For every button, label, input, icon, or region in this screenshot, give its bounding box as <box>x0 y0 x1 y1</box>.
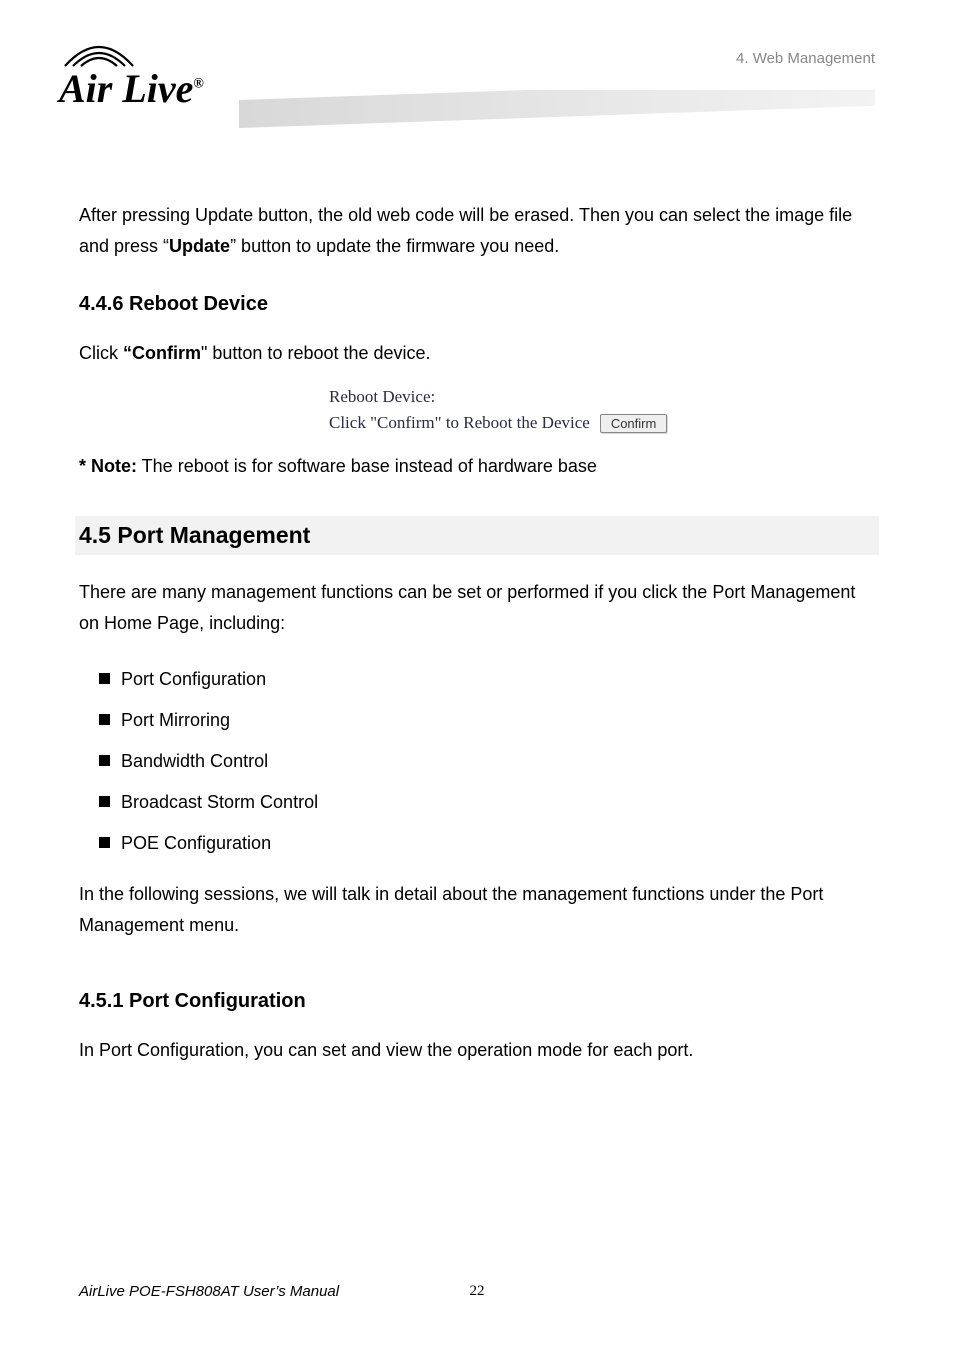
list-item: Port Mirroring <box>99 707 875 734</box>
reboot-widget-row: Click "Confirm" to Reboot the Device Conf… <box>329 413 875 434</box>
section-45-outro: In the following sessions, we will talk … <box>79 879 875 940</box>
reboot-widget-title: Reboot Device: <box>329 387 875 407</box>
reboot-device-widget: Reboot Device: Click "Confirm" to Reboot… <box>79 387 875 434</box>
wifi-icon <box>59 40 139 68</box>
footer-manual-title: AirLive POE-FSH808AT User’s Manual <box>79 1283 339 1300</box>
page-header: Air Live® 4. Web Management <box>79 40 875 150</box>
header-divider <box>239 90 875 150</box>
note-line: * Note: The reboot is for software base … <box>79 451 875 482</box>
click-text-2: " button to reboot the device. <box>201 343 431 363</box>
port-management-list: Port Configuration Port Mirroring Bandwi… <box>79 666 875 857</box>
footer-page-number: 22 <box>470 1283 485 1300</box>
section-451-text: In Port Configuration, you can set and v… <box>79 1035 875 1066</box>
section-45-intro: There are many management functions can … <box>79 577 875 638</box>
reboot-widget-text: Click "Confirm" to Reboot the Device <box>329 413 590 432</box>
brand-logo: Air Live® <box>59 40 204 120</box>
heading-45: 4.5 Port Management <box>75 516 879 555</box>
list-item: Broadcast Storm Control <box>99 789 875 816</box>
page-footer: AirLive POE-FSH808AT User’s Manual 22 <box>79 1283 875 1300</box>
heading-446: 4.4.6 Reboot Device <box>79 293 875 316</box>
note-label: * Note: <box>79 456 137 476</box>
click-confirm-line: Click “Confirm" button to reboot the dev… <box>79 338 875 369</box>
intro-paragraph: After pressing Update button, the old we… <box>79 200 875 261</box>
list-item: Bandwidth Control <box>99 748 875 775</box>
note-text: The reboot is for software base instead … <box>137 456 597 476</box>
confirm-keyword: “Confirm <box>123 343 201 363</box>
brand-logo-text: Air Live® <box>59 65 204 112</box>
confirm-button[interactable]: Confirm <box>600 414 668 433</box>
chapter-reference: 4. Web Management <box>736 50 875 67</box>
click-text-1: Click <box>79 343 123 363</box>
update-keyword: Update <box>169 236 230 256</box>
list-item: Port Configuration <box>99 666 875 693</box>
list-item: POE Configuration <box>99 830 875 857</box>
heading-451: 4.5.1 Port Configuration <box>79 990 875 1013</box>
intro-text-2: ” button to update the firmware you need… <box>230 236 559 256</box>
